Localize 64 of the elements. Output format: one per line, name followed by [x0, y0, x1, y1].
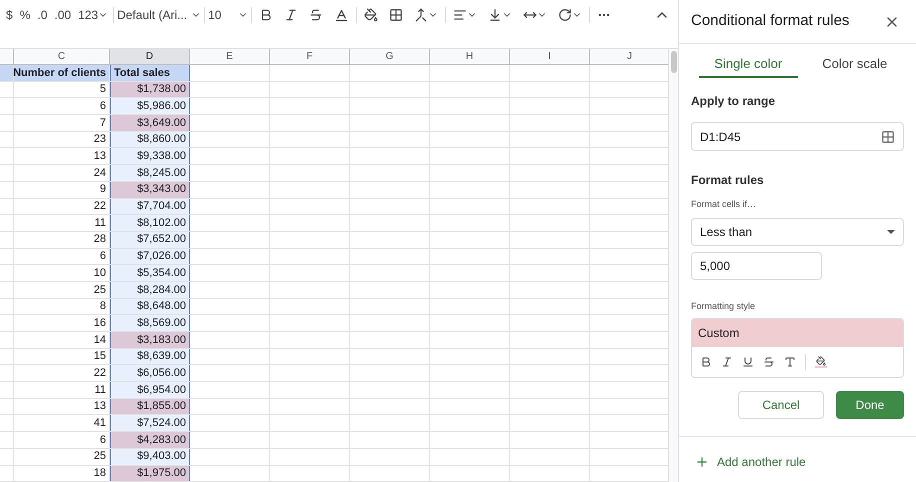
table-cell: $3,343.00 — [110, 182, 190, 198]
font-dropdown[interactable]: Default (Ari... — [117, 6, 202, 24]
section-label: Apply to range — [691, 93, 776, 110]
value-field[interactable]: 5,000 — [691, 252, 822, 280]
column-header[interactable]: E — [190, 49, 270, 64]
column-header[interactable]: G — [350, 49, 430, 64]
table-cell: $3,649.00 — [110, 115, 190, 131]
table-cell: $8,102.00 — [110, 215, 190, 231]
range-field[interactable]: D1:D45 — [691, 122, 904, 151]
table-cell: Total sales — [110, 65, 190, 81]
table-cell: $6,056.00 — [110, 365, 190, 382]
format-button[interactable]: % — [18, 6, 32, 24]
table-cell: $5,354.00 — [110, 265, 190, 281]
strikethrough-icon[interactable] — [763, 356, 775, 368]
column-header[interactable]: I — [510, 49, 590, 64]
field-label: Formatting style — [691, 300, 756, 313]
bold-icon[interactable] — [700, 356, 712, 368]
scrollbar-thumb[interactable] — [670, 51, 676, 73]
table-cell: $8,639.00 — [110, 348, 190, 364]
font-size-dropdown[interactable]: 10 — [208, 6, 248, 24]
table-cell: $8,860.00 — [110, 132, 190, 148]
table-cell: $1,975.00 — [110, 466, 190, 482]
format-button[interactable]: .00 — [52, 6, 74, 24]
tab[interactable]: Color scale — [806, 52, 904, 78]
text-color-icon[interactable] — [784, 356, 796, 368]
caret-icon — [887, 230, 895, 234]
plus-icon — [695, 455, 709, 469]
table-cell: $8,284.00 — [110, 282, 190, 298]
condition-dropdown[interactable]: Less than — [691, 218, 904, 246]
cancel-button[interactable]: Cancel — [738, 391, 824, 419]
table-cell: $7,704.00 — [110, 198, 190, 214]
underline-icon[interactable] — [742, 356, 754, 368]
column-header[interactable]: D — [110, 49, 190, 64]
table-cell: $1,855.00 — [110, 398, 190, 414]
table-cell: $1,738.00 — [110, 82, 190, 98]
done-button[interactable]: Done — [836, 391, 904, 419]
format-button[interactable]: .0 — [35, 6, 50, 24]
table-cell: $9,403.00 — [110, 448, 190, 464]
table-cell: $6,954.00 — [110, 382, 190, 398]
format-button[interactable]: $ — [4, 6, 15, 24]
table-cell: $8,648.00 — [110, 298, 190, 314]
grid-icon — [881, 130, 895, 144]
panel-title: Conditional format rules — [691, 11, 850, 32]
table-cell: $8,245.00 — [110, 165, 190, 181]
style-preview: Custom — [692, 319, 903, 347]
paint-bucket-icon[interactable] — [815, 356, 827, 368]
table-cell: $3,183.00 — [110, 332, 190, 348]
column-header[interactable]: H — [430, 49, 510, 64]
range-value: D1:D45 — [700, 128, 741, 146]
table-cell: $7,652.00 — [110, 232, 190, 248]
table-cell: $9,338.00 — [110, 148, 190, 164]
add-rule-link[interactable]: Add another rule — [695, 453, 806, 471]
italic-icon[interactable] — [721, 356, 733, 368]
table-cell: $5,986.00 — [110, 98, 190, 114]
table-cell: Number of clients — [14, 65, 110, 81]
format-button[interactable]: 123 — [76, 6, 110, 24]
table-cell: $8,569.00 — [110, 315, 190, 331]
table-cell: $7,026.00 — [110, 248, 190, 264]
table-cell: $7,524.00 — [110, 415, 190, 432]
section-label: Format rules — [691, 172, 765, 189]
tab[interactable]: Single color — [699, 52, 798, 78]
column-header[interactable]: F — [270, 49, 350, 64]
field-label: Format cells if… — [691, 198, 758, 211]
table-cell: $4,283.00 — [110, 432, 190, 448]
